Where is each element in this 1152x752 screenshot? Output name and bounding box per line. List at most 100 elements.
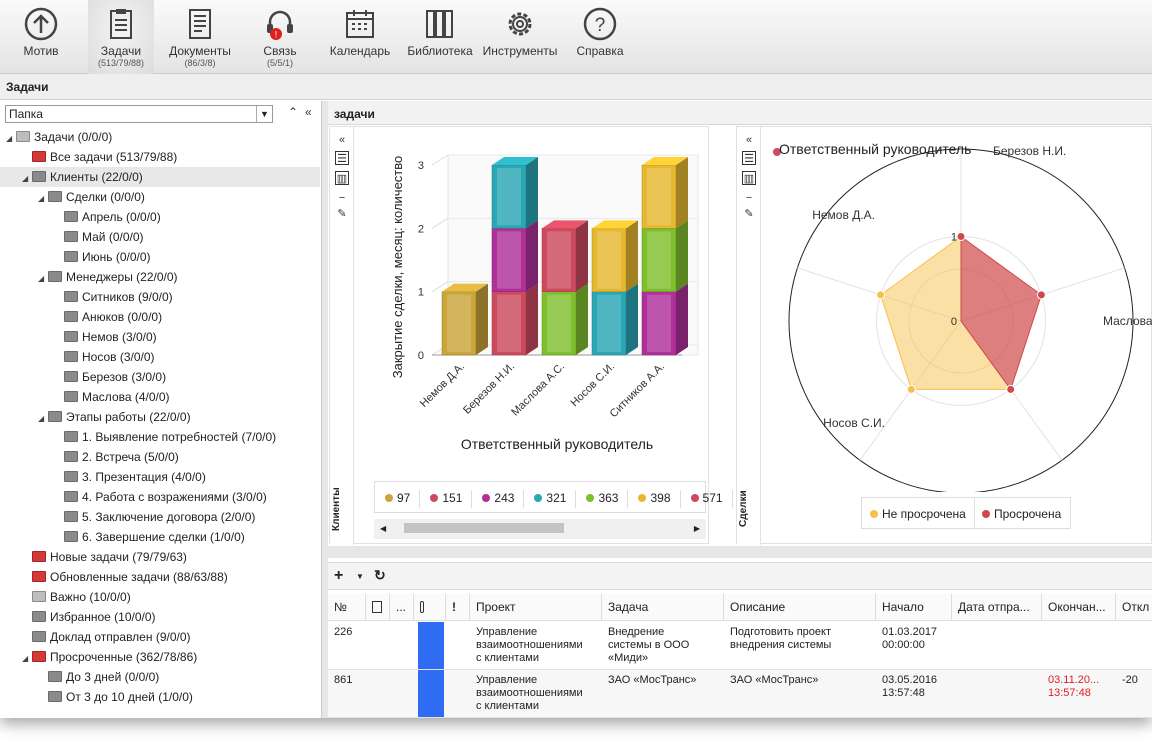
- toolbar-help[interactable]: ? Справка: [572, 0, 628, 74]
- thermometer-column-icon[interactable]: [414, 594, 446, 621]
- tree-item[interactable]: Немов (3/0/0): [54, 327, 157, 347]
- column-header[interactable]: Дата отпра...: [952, 594, 1042, 621]
- chart-icon[interactable]: ▥: [335, 171, 349, 185]
- collapse-up-icon[interactable]: ⌃: [288, 105, 298, 119]
- scroll-right-icon[interactable]: ▶: [694, 524, 700, 533]
- pencil-icon[interactable]: ✎: [335, 207, 349, 221]
- chart-icon[interactable]: ▥: [742, 171, 756, 185]
- list-icon[interactable]: ☰: [742, 151, 756, 165]
- tree-item[interactable]: Все задачи (513/79/88): [22, 147, 177, 167]
- tree-item[interactable]: 2. Встреча (5/0/0): [54, 447, 179, 467]
- expand-icon[interactable]: ◢: [6, 129, 16, 149]
- tree-item[interactable]: До 3 дней (0/0/0): [38, 667, 159, 687]
- tree-item[interactable]: ◢ Клиенты (22/0/0): [0, 167, 320, 187]
- tree-item[interactable]: Апрель (0/0/0): [54, 207, 161, 227]
- legend-item[interactable]: 243: [472, 490, 525, 508]
- bar-segment[interactable]: [491, 283, 538, 356]
- tree-item[interactable]: 5. Заключение договора (2/0/0): [54, 507, 255, 527]
- minus-icon[interactable]: −: [742, 191, 756, 205]
- tree-item[interactable]: ◢ Сделки (0/0/0): [38, 187, 145, 207]
- add-icon[interactable]: +: [334, 567, 343, 585]
- tree-item[interactable]: Березов (3/0/0): [54, 367, 166, 387]
- toolbar-tools[interactable]: Инструменты: [480, 0, 560, 74]
- legend-item[interactable]: 97: [375, 490, 421, 508]
- scroll-left-icon[interactable]: ◀: [380, 524, 386, 533]
- tree-item[interactable]: ◢ Этапы работы (22/0/0): [38, 407, 191, 427]
- tree-item[interactable]: От 3 до 10 дней (1/0/0): [38, 687, 193, 707]
- radar-point[interactable]: [1006, 384, 1016, 394]
- bar-segment[interactable]: [591, 283, 638, 356]
- list-icon[interactable]: ☰: [335, 151, 349, 165]
- expand-icon[interactable]: ◢: [22, 649, 32, 669]
- toolbar-documents[interactable]: Документы (86/3/8): [166, 0, 234, 74]
- column-header[interactable]: №: [328, 594, 366, 621]
- column-header[interactable]: Откл: [1116, 594, 1152, 621]
- radar-point[interactable]: [956, 232, 966, 241]
- bar-segment[interactable]: [541, 220, 588, 292]
- legend-item[interactable]: 363: [576, 490, 629, 508]
- bar-segment[interactable]: [641, 220, 688, 292]
- expand-icon[interactable]: ◢: [38, 269, 48, 289]
- bar-segment[interactable]: [641, 283, 688, 356]
- radar-point[interactable]: [1036, 290, 1046, 300]
- column-header[interactable]: ...: [390, 594, 414, 621]
- horizontal-splitter[interactable]: [328, 546, 1152, 558]
- minus-icon[interactable]: −: [335, 191, 349, 205]
- tree-item[interactable]: 1. Выявление потребностей (7/0/0): [54, 427, 276, 447]
- bar-segment[interactable]: [641, 157, 688, 229]
- toolbar-calendar[interactable]: Календарь: [326, 0, 394, 74]
- toolbar-motiv[interactable]: Мотив: [14, 0, 68, 74]
- scroll-thumb[interactable]: [404, 523, 564, 533]
- expand-icon[interactable]: ◢: [38, 409, 48, 429]
- expand-icon[interactable]: ◢: [22, 169, 32, 189]
- pencil-icon[interactable]: ✎: [742, 207, 756, 221]
- legend-item[interactable]: 398: [628, 490, 681, 508]
- tree-item[interactable]: Избранное (10/0/0): [22, 607, 156, 627]
- legend-item[interactable]: 571: [681, 490, 733, 508]
- folder-select[interactable]: Папка ▼: [5, 105, 273, 123]
- chevron-down-icon[interactable]: ▼: [356, 572, 364, 581]
- toolbar-library[interactable]: Библиотека: [404, 0, 476, 74]
- expand-icon[interactable]: ◢: [38, 189, 48, 209]
- attachment-column-icon[interactable]: [366, 594, 390, 621]
- bar-segment[interactable]: [441, 283, 488, 356]
- legend-item[interactable]: Просрочена: [982, 507, 1061, 521]
- legend-scrollbar[interactable]: ◀ ▶: [374, 519, 706, 539]
- column-header[interactable]: Задача: [602, 594, 724, 621]
- bar-segment[interactable]: [491, 157, 538, 229]
- tree-item[interactable]: 4. Работа с возражениями (3/0/0): [54, 487, 267, 507]
- legend-item[interactable]: 151: [420, 490, 473, 508]
- collapse-left-icon[interactable]: «: [742, 133, 756, 147]
- tree-item[interactable]: ◢ Просроченные (362/78/86): [22, 647, 197, 667]
- collapse-left-icon[interactable]: «: [305, 105, 312, 119]
- radar-point[interactable]: [876, 290, 886, 300]
- tree-item[interactable]: Обновленные задачи (88/63/88): [22, 567, 228, 587]
- tree-item[interactable]: Новые задачи (79/79/63): [22, 547, 187, 567]
- column-header[interactable]: Окончан...: [1042, 594, 1116, 621]
- tree-item[interactable]: 3. Презентация (4/0/0): [54, 467, 206, 487]
- legend-item[interactable]: 321: [524, 490, 577, 508]
- tree-item[interactable]: Маслова (4/0/0): [54, 387, 170, 407]
- tree-item[interactable]: ◢ Менеджеры (22/0/0): [38, 267, 178, 287]
- tree-item[interactable]: Носов (3/0/0): [54, 347, 155, 367]
- tree-item[interactable]: Ситников (9/0/0): [54, 287, 173, 307]
- tree-item[interactable]: Июнь (0/0/0): [54, 247, 151, 267]
- bar-segment[interactable]: [491, 220, 538, 292]
- tree-item[interactable]: Важно (10/0/0): [22, 587, 131, 607]
- tree-item[interactable]: 6. Завершение сделки (1/0/0): [54, 527, 245, 547]
- column-header[interactable]: Описание: [724, 594, 876, 621]
- radar-point[interactable]: [906, 384, 916, 394]
- column-header[interactable]: !: [446, 594, 470, 621]
- toolbar-communication[interactable]: ! Связь (5/5/1): [252, 0, 308, 74]
- column-header[interactable]: Проект: [470, 594, 602, 621]
- tree-item[interactable]: Май (0/0/0): [54, 227, 144, 247]
- toolbar-tasks[interactable]: Задачи (513/79/88): [88, 0, 154, 74]
- tree-item[interactable]: Доклад отправлен (9/0/0): [22, 627, 191, 647]
- bar-segment[interactable]: [541, 283, 588, 356]
- refresh-icon[interactable]: ↻: [374, 567, 386, 584]
- bar-segment[interactable]: [591, 220, 638, 292]
- tree-item[interactable]: ◢ Задачи (0/0/0): [6, 127, 112, 147]
- collapse-left-icon[interactable]: «: [335, 133, 349, 147]
- column-header[interactable]: Начало: [876, 594, 952, 621]
- legend-item[interactable]: Не просрочена: [870, 507, 966, 521]
